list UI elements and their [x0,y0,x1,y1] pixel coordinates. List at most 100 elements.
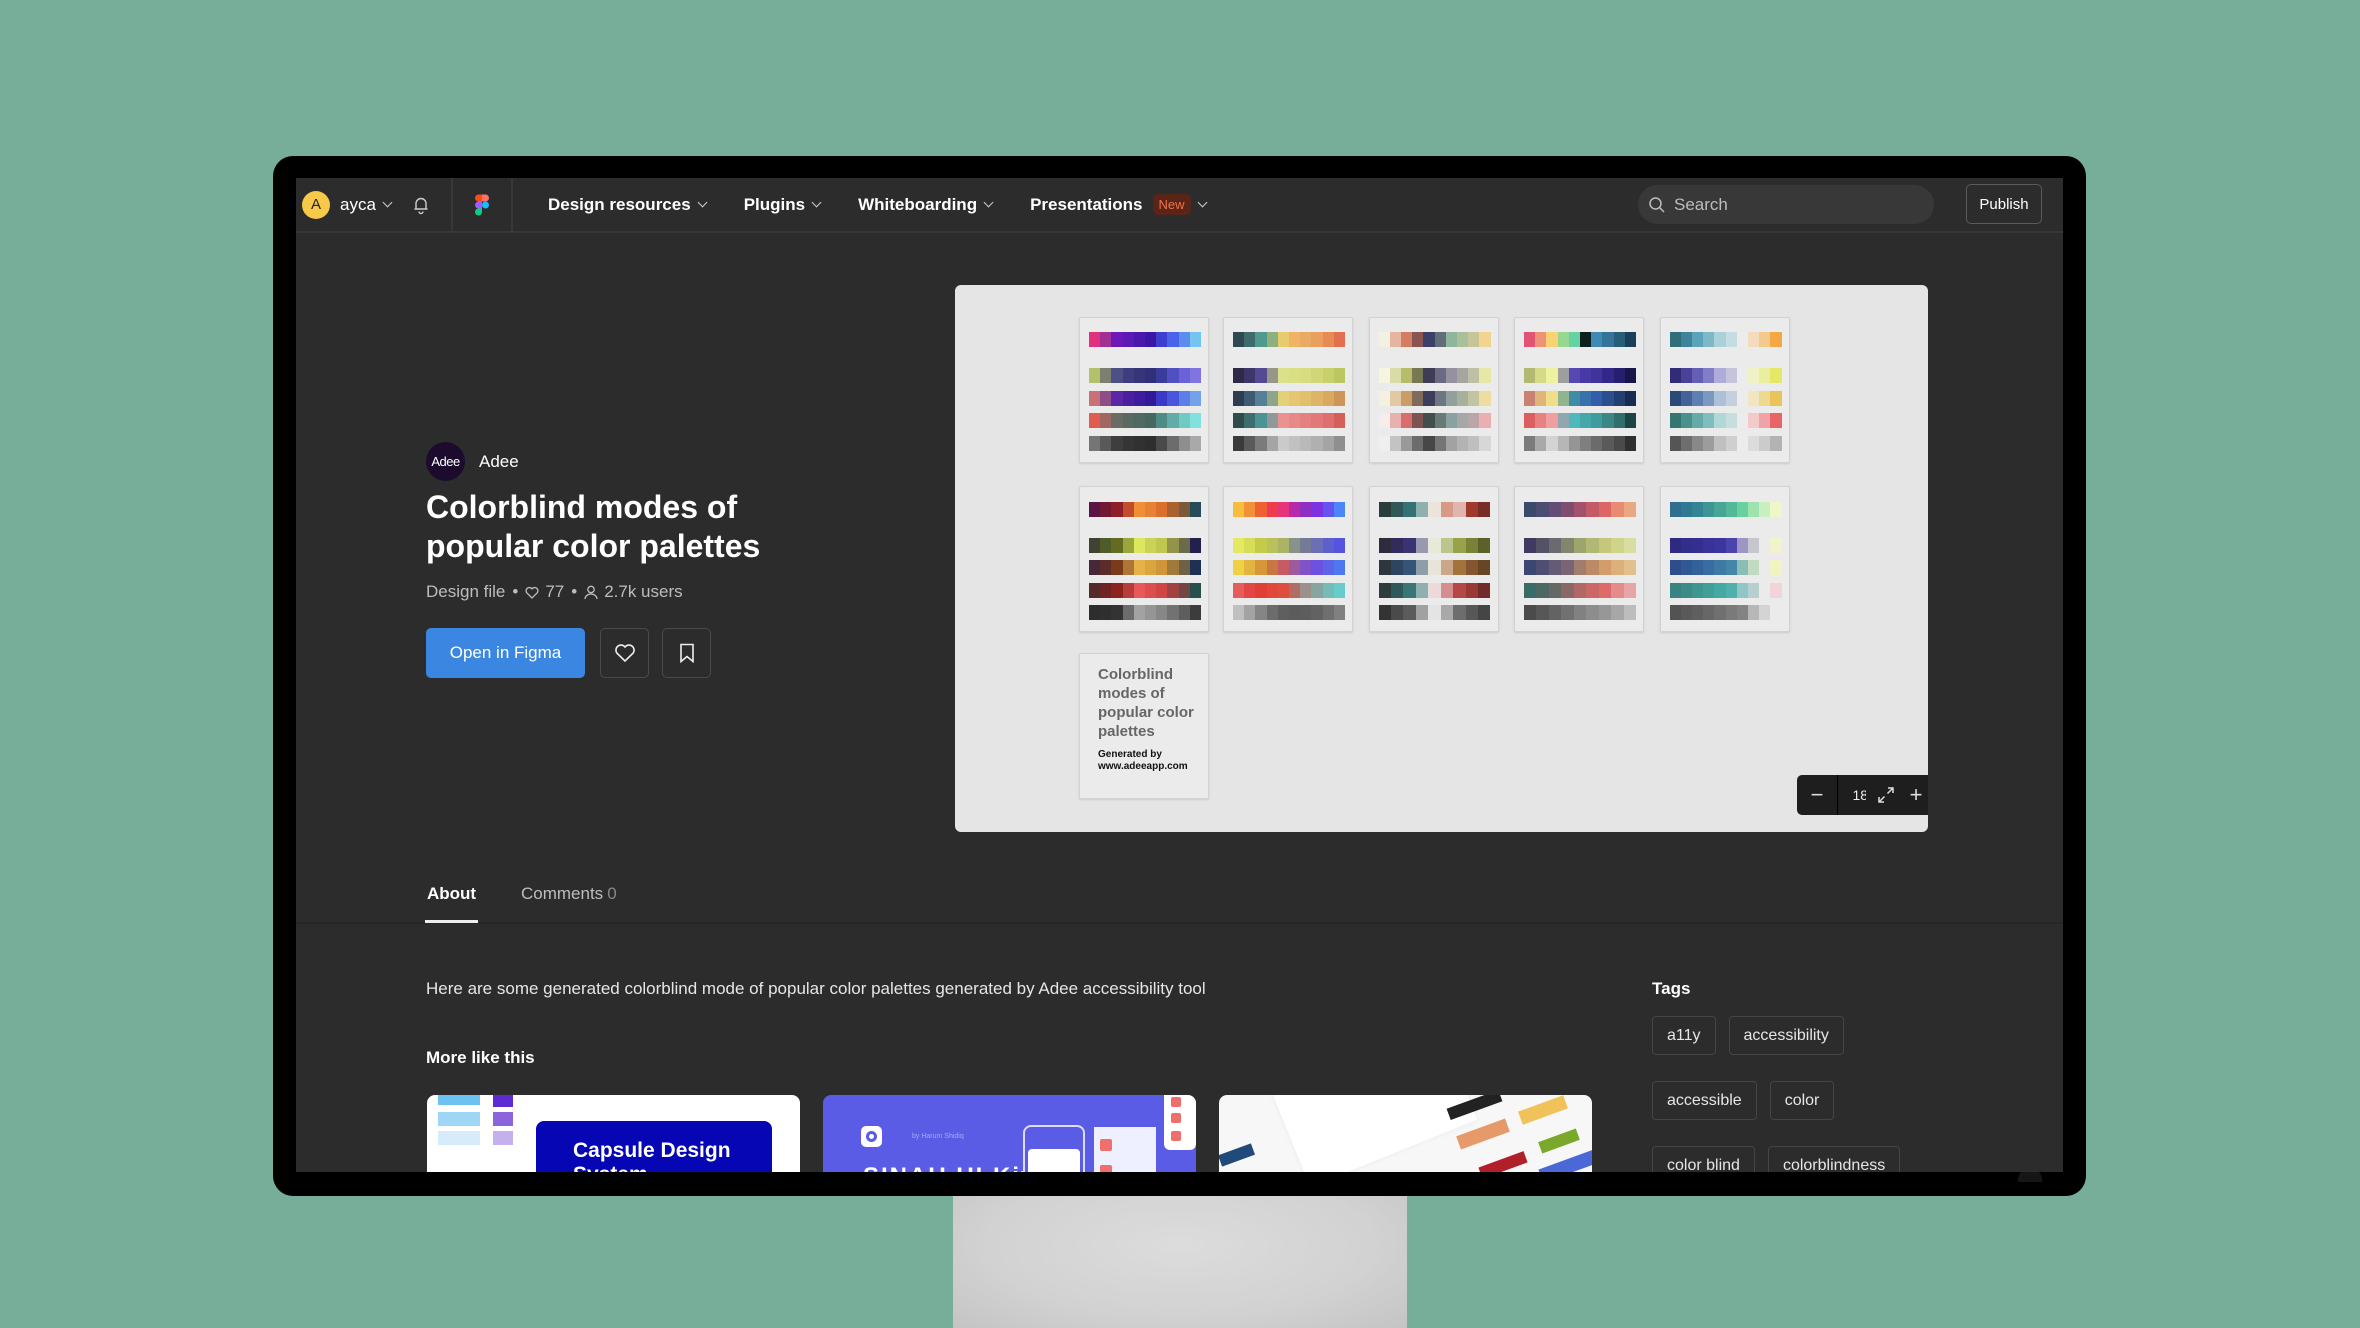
color-swatch [1736,537,1748,553]
user-menu[interactable]: A ayca [296,178,453,231]
open-in-figma-button[interactable]: Open in Figma [426,628,585,678]
figma-logo-icon[interactable] [453,178,513,231]
creator-name[interactable]: Adee [479,452,519,472]
color-swatch [1669,368,1681,383]
related-card[interactable] [1219,1095,1592,1172]
color-swatch [1189,332,1202,347]
nav-design-resources[interactable]: Design resources [548,195,708,215]
tag[interactable]: color [1769,1081,1835,1120]
color-swatch [1089,560,1101,575]
color-swatch [1415,537,1429,553]
color-swatch [1390,582,1404,598]
color-swatch [1568,332,1581,347]
color-swatch [1611,537,1624,553]
zoom-out-button[interactable]: − [1797,775,1837,815]
color-swatch [1747,413,1760,428]
color-swatch [1145,605,1157,620]
color-swatch [1703,390,1715,406]
tag[interactable]: a11y [1652,1016,1716,1055]
tag[interactable]: colorblindness [1767,1146,1901,1172]
color-swatch [1378,368,1390,383]
color-swatch [1591,390,1603,406]
avatar[interactable]: A [302,190,330,219]
color-swatch [1266,501,1278,517]
color-swatch [1423,413,1435,428]
palette-strip [1089,332,1202,347]
color-swatch [1691,390,1704,406]
color-swatch [1736,560,1748,575]
nav-presentations[interactable]: Presentations New [1030,194,1207,215]
palette-strip [1089,435,1202,451]
creator-logo[interactable]: Adee [426,442,465,481]
search-bar[interactable] [1638,185,1934,224]
related-card[interactable]: by Harum Shidiq SINAU UI Kit [823,1095,1196,1172]
color-swatch [1561,605,1574,620]
color-swatch [1412,390,1424,406]
color-swatch [1434,413,1446,428]
color-swatch [1546,390,1558,406]
color-swatch [1770,501,1782,517]
user-name[interactable]: ayca [340,195,376,215]
color-swatch [1759,537,1771,553]
color-swatch [1415,582,1429,598]
color-swatch [1333,413,1346,428]
publish-button[interactable]: Publish [1966,184,2042,224]
color-swatch [1725,582,1737,598]
bell-icon[interactable] [411,195,431,215]
color-swatch [1403,501,1416,517]
like-button[interactable] [600,628,649,678]
file-preview-canvas[interactable]: Colorblind modes of popular color palett… [955,285,1928,832]
tag[interactable]: color blind [1652,1146,1755,1172]
color-swatch [1167,501,1179,517]
color-swatch [1736,605,1748,620]
color-swatch [1770,413,1782,428]
color-swatch [1586,501,1599,517]
color-swatch [1680,537,1692,553]
color-swatch [1770,390,1782,406]
color-swatch [1255,368,1267,383]
color-swatch [1440,560,1454,575]
nav-plugins[interactable]: Plugins [744,195,822,215]
creator[interactable]: Adee Adee [426,442,519,481]
color-swatch [1479,390,1491,406]
color-swatch [1122,413,1134,428]
color-swatch [1680,560,1692,575]
tab-about[interactable]: About [424,884,479,923]
color-swatch [1189,390,1202,406]
color-swatch [1611,501,1624,517]
bookmark-button[interactable] [662,628,711,678]
tag[interactable]: accessibility [1728,1016,1844,1055]
color-swatch [1100,390,1112,406]
color-swatch [1535,435,1547,451]
color-swatch [1412,332,1424,347]
color-swatch [1089,501,1101,517]
zoom-controls: − 18% + [1797,775,1928,815]
color-swatch [1100,332,1112,347]
file-description: Here are some generated colorblind mode … [426,979,1206,998]
nav-whiteboarding[interactable]: Whiteboarding [858,195,994,215]
color-swatch [1479,435,1491,451]
palette-strip [1378,537,1491,553]
color-swatch [1412,435,1424,451]
color-swatch [1747,501,1760,517]
color-swatch [1428,560,1441,575]
color-swatch [1535,413,1547,428]
fullscreen-button[interactable] [1866,775,1906,815]
color-swatch [1145,582,1157,598]
color-swatch [1289,501,1301,517]
search-input[interactable] [1674,194,1914,215]
color-swatch [1111,435,1123,451]
cover-subtitle: Generated by www.adeeapp.com [1098,749,1188,772]
tab-comments[interactable]: Comments 0 [521,884,617,904]
color-swatch [1714,413,1726,428]
color-swatch [1524,368,1536,383]
related-card[interactable]: Capsule Design System [427,1095,800,1172]
tag[interactable]: accessible [1652,1081,1757,1120]
color-swatch [1714,605,1726,620]
color-swatch [1546,435,1558,451]
color-swatch [1714,560,1726,575]
color-swatch [1277,413,1290,428]
chevron-down-icon [382,197,393,207]
color-swatch [1400,390,1413,406]
color-swatch [1255,537,1267,553]
